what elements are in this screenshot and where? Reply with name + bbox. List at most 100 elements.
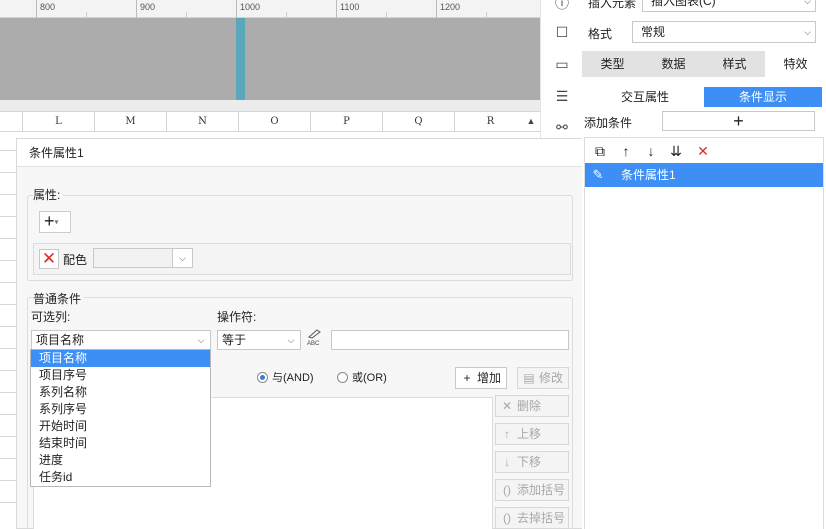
arrow-up-icon[interactable]: ↑ (617, 142, 635, 160)
list-icon[interactable]: ☰ (553, 87, 571, 105)
copy-icon[interactable]: ⧉ (591, 142, 609, 160)
radio-or-dot[interactable] (337, 372, 348, 383)
format-select[interactable]: 常规 ⌵ (632, 21, 816, 43)
dropdown-option[interactable]: 系列名称 (31, 384, 210, 401)
info-icon[interactable]: ⓘ (553, 0, 571, 12)
widget-icon[interactable]: ▭ (553, 55, 571, 73)
row-line (0, 216, 16, 217)
row-line (0, 392, 16, 393)
dropdown-option[interactable]: 系列序号 (31, 401, 210, 418)
formula-icon[interactable]: ABC (307, 329, 325, 349)
column-header-r[interactable]: R (454, 112, 526, 132)
right-properties-panel: 插入元素 插入图表(C) ⌵ 格式 常规 ⌵ 类型 数据 样式 特效 交互属性 … (582, 0, 826, 529)
radio-and-label: 与(AND) (272, 372, 314, 384)
column-header-o[interactable]: O (238, 112, 310, 132)
today-marker (236, 18, 245, 100)
operator-select[interactable]: 等于 ⌵ (217, 330, 301, 350)
row-line (0, 304, 16, 305)
ruler-tick: 800 (36, 0, 55, 18)
color-picker[interactable]: ⌵ (93, 248, 193, 268)
delete-condition-label: 删除 (517, 399, 542, 413)
dialog-title: 条件属性1 (17, 139, 583, 167)
column-dropdown-list[interactable]: 项目名称 项目序号 系列名称 系列序号 开始时间 结束时间 进度 任务id (30, 349, 211, 487)
tab-style[interactable]: 样式 (704, 51, 765, 77)
row-line (0, 370, 16, 371)
ruler-tick: 1100 (336, 0, 359, 18)
radio-and-dot[interactable] (257, 372, 268, 383)
bracket-icon: () (503, 483, 511, 497)
chevron-down-icon: ▾ (54, 217, 59, 227)
row-stubs (0, 132, 16, 529)
tab-type[interactable]: 类型 (582, 51, 643, 77)
tab-effects[interactable]: 特效 (765, 51, 826, 77)
frame-icon[interactable]: ☐ (553, 23, 571, 41)
column-header-p[interactable]: P (310, 112, 382, 132)
column-header-l[interactable]: L (22, 112, 94, 132)
add-condition-plus-button[interactable]: + (662, 111, 815, 131)
column-select[interactable]: 项目名称 ⌵ (31, 330, 211, 350)
property-legend: 属性: (33, 186, 64, 203)
column-header-q[interactable]: Q (382, 112, 454, 132)
arrow-down-icon[interactable]: ↓ (642, 142, 660, 160)
row-line (0, 436, 16, 437)
subtab-interaction[interactable]: 交互属性 (586, 87, 704, 107)
subtab-conditional-display[interactable]: 条件显示 (704, 87, 822, 107)
radio-and[interactable]: 与(AND) (257, 371, 314, 385)
dropdown-option[interactable]: 进度 (31, 452, 210, 469)
dropdown-option[interactable]: 项目序号 (31, 367, 210, 384)
condition-value-input[interactable] (331, 330, 569, 350)
row-line (0, 238, 16, 239)
dropdown-option[interactable]: 任务id (31, 469, 210, 486)
add-condition-label: 增加 (477, 371, 502, 385)
chevron-down-icon[interactable]: ⌵ (804, 0, 811, 11)
move-bottom-icon[interactable]: ⇊ (667, 142, 685, 160)
add-condition-label: 添加条件 (584, 116, 633, 130)
delete-icon[interactable]: ✕ (694, 142, 712, 160)
remove-bracket-button[interactable]: () 去掉括号 (495, 507, 569, 529)
condition-item-selected[interactable]: ✎ 条件属性1 (585, 163, 823, 187)
delete-property-button[interactable]: ✕ (39, 249, 59, 269)
ruler-tick: 1200 (436, 0, 460, 18)
scroll-up-icon[interactable]: ▲ (524, 114, 538, 128)
ruler-tick: 900 (136, 0, 155, 18)
column-header-n[interactable]: N (166, 112, 238, 132)
row-line (0, 458, 16, 459)
column-header-m[interactable]: M (94, 112, 166, 132)
common-condition-legend: 普通条件 (33, 290, 85, 307)
delete-condition-button[interactable]: ✕ 删除 (495, 395, 569, 417)
column-header-bar: L M N O P Q R ▲ (0, 112, 540, 132)
chevron-down-icon[interactable]: ⌵ (804, 22, 811, 42)
dropdown-option[interactable]: 项目名称 (31, 350, 210, 367)
add-condition-button[interactable]: + 增加 (455, 367, 507, 389)
close-icon: ✕ (501, 399, 513, 413)
insert-element-select[interactable]: 插入图表(C) ⌵ (642, 0, 816, 12)
chevron-down-icon[interactable]: ⌵ (282, 331, 300, 349)
operator-select-value: 等于 (222, 333, 247, 347)
dropdown-option[interactable]: 结束时间 (31, 435, 210, 452)
modify-condition-button[interactable]: ▤ 修改 (517, 367, 569, 389)
condition-item-label: 条件属性1 (621, 168, 676, 182)
move-up-button[interactable]: ↑ 上移 (495, 423, 569, 445)
insert-element-value: 插入图表(C) (651, 0, 716, 8)
add-bracket-button[interactable]: () 添加括号 (495, 479, 569, 501)
row-line (0, 502, 16, 503)
radio-or[interactable]: 或(OR) (337, 371, 387, 385)
row-line (0, 414, 16, 415)
add-property-button[interactable]: +▾ (39, 211, 71, 233)
dropdown-option[interactable]: 开始时间 (31, 418, 210, 435)
link-icon[interactable]: ⚯ (553, 118, 571, 136)
format-label: 格式 (588, 27, 613, 41)
move-up-label: 上移 (517, 427, 542, 441)
row-line (0, 150, 16, 151)
chevron-down-icon[interactable]: ⌵ (172, 249, 192, 267)
row-line (0, 480, 16, 481)
side-icon-bar: ⓘ ☐ ▭ ☰ ⚯ (540, 0, 582, 138)
edit-icon[interactable]: ✎ (589, 166, 607, 184)
move-down-button[interactable]: ↓ 下移 (495, 451, 569, 473)
tab-data[interactable]: 数据 (643, 51, 704, 77)
chevron-down-icon[interactable]: ⌵ (192, 331, 210, 349)
arrow-up-icon: ↑ (504, 427, 510, 441)
sheet-separator (0, 100, 540, 112)
operator-label: 操作符: (217, 310, 257, 324)
edit-icon: ▤ (523, 371, 535, 385)
